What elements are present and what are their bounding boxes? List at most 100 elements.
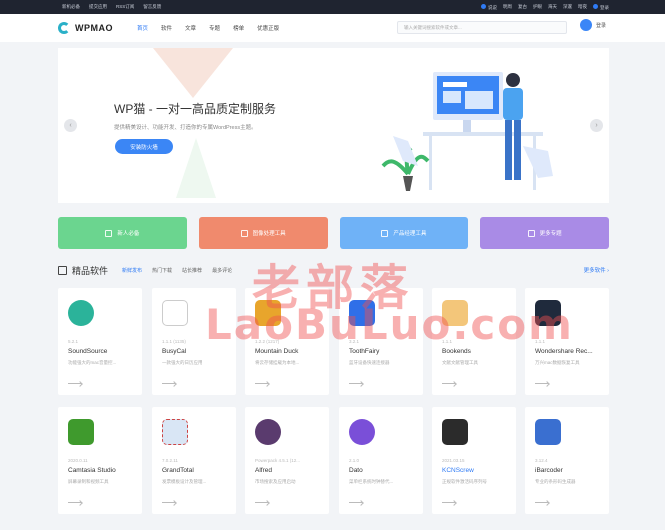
app-desc: 功能强大的mac音量控... xyxy=(68,360,117,365)
carousel-next-icon[interactable]: › xyxy=(590,119,603,132)
app-desc: 正规软件激活码序列号 xyxy=(442,479,487,484)
login-label: 登录 xyxy=(596,22,607,29)
grandtotal-icon xyxy=(162,419,188,445)
app-name: BusyCal xyxy=(162,348,187,355)
nav-deals[interactable]: 优惠正版 xyxy=(257,24,279,32)
top-link[interactable]: 留言反馈 xyxy=(143,4,161,10)
top-login-link[interactable]: 登录 xyxy=(593,3,609,11)
arrow-right-icon xyxy=(68,383,82,384)
app-version: Powerpack 4.5.1 (12... xyxy=(255,458,301,463)
section-title: 精品软件 xyxy=(72,265,109,276)
top-link[interactable]: 新机必备 xyxy=(62,4,80,10)
tab-most-comments[interactable]: 最多评论 xyxy=(212,267,232,274)
theme-link[interactable]: 海天 xyxy=(548,4,557,10)
tab-popular[interactable]: 热门下载 xyxy=(152,267,172,274)
arrow-right-icon xyxy=(162,383,176,384)
nav-software[interactable]: 软件 xyxy=(161,24,172,32)
nav-rankings[interactable]: 榜单 xyxy=(233,24,244,32)
watermark-url: LaoBuLuo.com xyxy=(205,300,574,349)
arrow-right-icon xyxy=(442,383,456,384)
app-desc: 市场搜索及应用启动 xyxy=(255,479,296,484)
nav-topics[interactable]: 专题 xyxy=(209,24,220,32)
category-label: 产品经理工具 xyxy=(393,231,427,237)
nav-articles[interactable]: 文章 xyxy=(185,24,196,32)
user-icon xyxy=(593,3,598,9)
top-link[interactable]: RSS订阅 xyxy=(116,4,134,10)
app-desc: 屏幕录制和视频工具 xyxy=(68,479,109,484)
app-desc: 将云存储挂载为本地... xyxy=(255,360,300,365)
tab-recommended[interactable]: 站长推荐 xyxy=(182,267,202,274)
nav-home[interactable]: 首页 xyxy=(137,24,148,32)
card-icon xyxy=(527,229,535,237)
theme-link[interactable]: 明周 xyxy=(503,4,512,10)
ibarcoder-icon xyxy=(535,419,561,445)
box-icon xyxy=(105,229,113,237)
theme-link[interactable]: 护眼 xyxy=(533,4,542,10)
top-bar: 新机必备 提交应用 RSS订阅 留言反馈 说说 明周 复古 护眼 海天 深邃 暗… xyxy=(0,0,665,14)
top-right-links: 说说 明周 复古 护眼 海天 深邃 暗夜 登录 xyxy=(481,3,609,11)
login-button[interactable]: 登录 xyxy=(580,19,606,31)
app-version: 2020.0.11 xyxy=(68,458,88,463)
app-desc: 一款强大的日历应用 xyxy=(162,360,203,365)
banner-cta-button[interactable]: 安装防火墙 xyxy=(115,139,173,154)
arrow-right-icon xyxy=(255,502,269,503)
app-name: Dato xyxy=(349,467,363,474)
tab-latest[interactable]: 新鲜发布 xyxy=(122,267,142,274)
dot-icon xyxy=(481,3,486,9)
logo-icon xyxy=(58,22,70,34)
app-card[interactable]: 5.2.1 SoundSource 功能强大的mac音量控... xyxy=(58,288,142,395)
image-icon xyxy=(240,229,248,237)
top-left-links: 新机必备 提交应用 RSS订阅 留言反馈 xyxy=(62,4,161,10)
more-software-link[interactable]: 更多软件 › xyxy=(584,266,609,274)
theme-link[interactable]: 深邃 xyxy=(563,4,572,10)
app-version: 2021.03.15 xyxy=(442,458,465,463)
app-name: SoundSource xyxy=(68,348,108,355)
theme-link[interactable]: 说说 xyxy=(481,3,497,11)
busycal-icon xyxy=(162,300,188,326)
banner-title: WP猫 - 一对一高品质定制服务 xyxy=(114,102,276,116)
app-card[interactable]: 2021.03.15 KCNScrew 正规软件激活码序列号 xyxy=(432,407,516,514)
app-version: 5.2.1 xyxy=(68,339,79,344)
user-bag-icon xyxy=(580,19,592,31)
app-name: Camtasia Studio xyxy=(68,467,116,474)
app-version: 7.0.2.11 xyxy=(162,458,178,463)
app-card[interactable]: Powerpack 4.5.1 (12... Alfred 市场搜索及应用启动 xyxy=(245,407,329,514)
theme-link[interactable]: 复古 xyxy=(518,4,527,10)
section-tabs: 新鲜发布 热门下载 站长推荐 最多评论 xyxy=(122,267,232,274)
decor-triangle xyxy=(153,48,233,98)
arrow-right-icon xyxy=(442,502,456,503)
category-more-topics[interactable]: 更多专题 xyxy=(480,217,609,249)
category-pm-tools[interactable]: 产品经理工具 xyxy=(339,217,469,249)
app-desc: 文献文献管理工具 xyxy=(442,360,478,365)
site-header: WPMAO 首页 软件 文章 专题 榜单 优惠正版 输入关键词搜索软件或文章..… xyxy=(0,14,665,42)
main-nav: 首页 软件 文章 专题 榜单 优惠正版 xyxy=(137,24,279,32)
app-version: 1.1.1 (1135) xyxy=(162,339,186,344)
app-card[interactable]: 3.12.4 iBarcoder 专业的条形码生成器 xyxy=(525,407,609,514)
category-bar: 新人必备 图像处理工具 产品经理工具 更多专题 xyxy=(58,217,609,249)
app-card[interactable]: 2.1.0 Dato 菜单栏系统时钟替代... xyxy=(339,407,423,514)
app-desc: 万兴mac数据恢复工具 xyxy=(535,360,580,365)
category-image-tools[interactable]: 图像处理工具 xyxy=(198,217,328,249)
app-card[interactable]: 7.0.2.11 GrandTotal 发票模板设计及管理... xyxy=(152,407,236,514)
app-version: 3.12.4 xyxy=(535,458,548,463)
app-desc: 专业的条形码生成器 xyxy=(535,479,576,484)
dato-icon xyxy=(349,419,375,445)
category-newbie[interactable]: 新人必备 xyxy=(58,217,187,249)
theme-link[interactable]: 暗夜 xyxy=(578,4,587,10)
app-name: Alfred xyxy=(255,467,272,474)
arrow-right-icon xyxy=(68,502,82,503)
decor-triangle xyxy=(176,138,216,198)
carousel-prev-icon[interactable]: ‹ xyxy=(64,119,77,132)
top-link[interactable]: 提交应用 xyxy=(89,4,107,10)
app-card[interactable]: 2020.0.11 Camtasia Studio 屏幕录制和视频工具 xyxy=(58,407,142,514)
theme-label: 说说 xyxy=(488,4,497,10)
app-desc: 菜单栏系统时钟替代... xyxy=(349,479,394,484)
category-label: 新人必备 xyxy=(117,231,140,237)
alfred-icon xyxy=(255,419,281,445)
search-input[interactable]: 输入关键词搜索软件或文章... xyxy=(397,21,567,34)
category-label: 图像处理工具 xyxy=(252,231,286,237)
soundsource-icon xyxy=(68,300,94,326)
logo[interactable]: WPMAO xyxy=(58,22,113,34)
kcnscrew-icon xyxy=(442,419,468,445)
login-label: 登录 xyxy=(600,4,609,10)
